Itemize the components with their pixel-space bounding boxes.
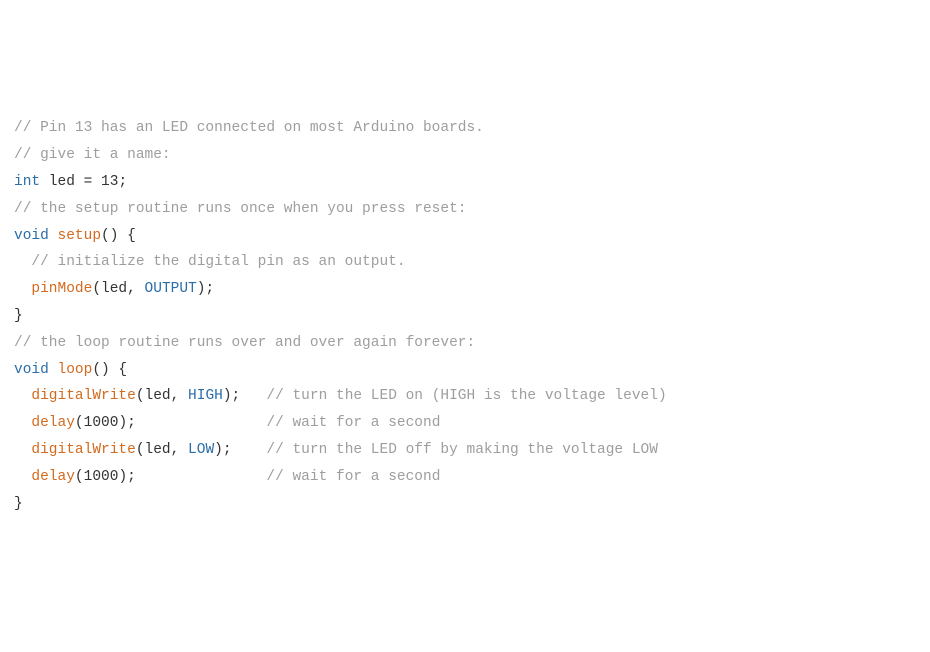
constant: OUTPUT: [145, 281, 197, 297]
code-line: }: [14, 491, 916, 518]
parens-brace: () {: [101, 228, 136, 244]
function-name: loop: [58, 362, 93, 378]
brace-close: }: [14, 308, 23, 324]
indent: [14, 469, 31, 485]
comment: // give it a name:: [14, 147, 171, 163]
code-line: digitalWrite(led, HIGH); // turn the LED…: [14, 383, 916, 410]
comment: // the loop routine runs over and over a…: [14, 335, 475, 351]
semicolon: ;: [118, 174, 127, 190]
comma: ,: [127, 281, 144, 297]
indent: [14, 415, 31, 431]
code-line: void setup() {: [14, 223, 916, 250]
comment: // Pin 13 has an LED connected on most A…: [14, 120, 484, 136]
function-call: digitalWrite: [31, 388, 135, 404]
argument: led: [145, 442, 171, 458]
argument: led: [145, 388, 171, 404]
indent: [14, 388, 31, 404]
code-line: void loop() {: [14, 357, 916, 384]
paren-close: );: [118, 415, 266, 431]
indent: [14, 281, 31, 297]
code-line: delay(1000); // wait for a second: [14, 410, 916, 437]
code-line: // initialize the digital pin as an outp…: [14, 249, 916, 276]
function-call: digitalWrite: [31, 442, 135, 458]
code-line: // the loop routine runs over and over a…: [14, 330, 916, 357]
parens-brace: () {: [92, 362, 127, 378]
comment: // initialize the digital pin as an outp…: [14, 254, 406, 270]
code-line: }: [14, 303, 916, 330]
comment: // wait for a second: [266, 415, 440, 431]
comment: // the setup routine runs once when you …: [14, 201, 466, 217]
code-block: // Pin 13 has an LED connected on most A…: [14, 115, 916, 517]
argument: led: [101, 281, 127, 297]
comment: // turn the LED on (HIGH is the voltage …: [266, 388, 666, 404]
comma: ,: [171, 388, 188, 404]
function-call: delay: [31, 415, 75, 431]
paren-close: );: [214, 442, 266, 458]
function-name: setup: [58, 228, 102, 244]
comment: // wait for a second: [266, 469, 440, 485]
code-line: pinMode(led, OUTPUT);: [14, 276, 916, 303]
paren-open: (: [92, 281, 101, 297]
code-line: // the setup routine runs once when you …: [14, 196, 916, 223]
keyword-void: void: [14, 362, 49, 378]
number-literal: 1000: [84, 415, 119, 431]
function-call: pinMode: [31, 281, 92, 297]
keyword-int: int: [14, 174, 40, 190]
brace-close: }: [14, 496, 23, 512]
number-literal: 1000: [84, 469, 119, 485]
constant: HIGH: [188, 388, 223, 404]
paren-close: );: [223, 388, 267, 404]
paren-open: (: [75, 469, 84, 485]
paren-close: );: [118, 469, 266, 485]
identifier: led: [40, 174, 84, 190]
code-line: // give it a name:: [14, 142, 916, 169]
keyword-void: void: [14, 228, 49, 244]
space: [49, 362, 58, 378]
comment: // turn the LED off by making the voltag…: [266, 442, 658, 458]
code-line: digitalWrite(led, LOW); // turn the LED …: [14, 437, 916, 464]
paren-open: (: [75, 415, 84, 431]
space: [49, 228, 58, 244]
paren-open: (: [136, 442, 145, 458]
indent: [14, 442, 31, 458]
comma: ,: [171, 442, 188, 458]
code-line: // Pin 13 has an LED connected on most A…: [14, 115, 916, 142]
operator: =: [84, 174, 101, 190]
code-line: delay(1000); // wait for a second: [14, 464, 916, 491]
paren-open: (: [136, 388, 145, 404]
paren-close: );: [197, 281, 214, 297]
function-call: delay: [31, 469, 75, 485]
code-line: int led = 13;: [14, 169, 916, 196]
constant: LOW: [188, 442, 214, 458]
number-literal: 13: [101, 174, 118, 190]
